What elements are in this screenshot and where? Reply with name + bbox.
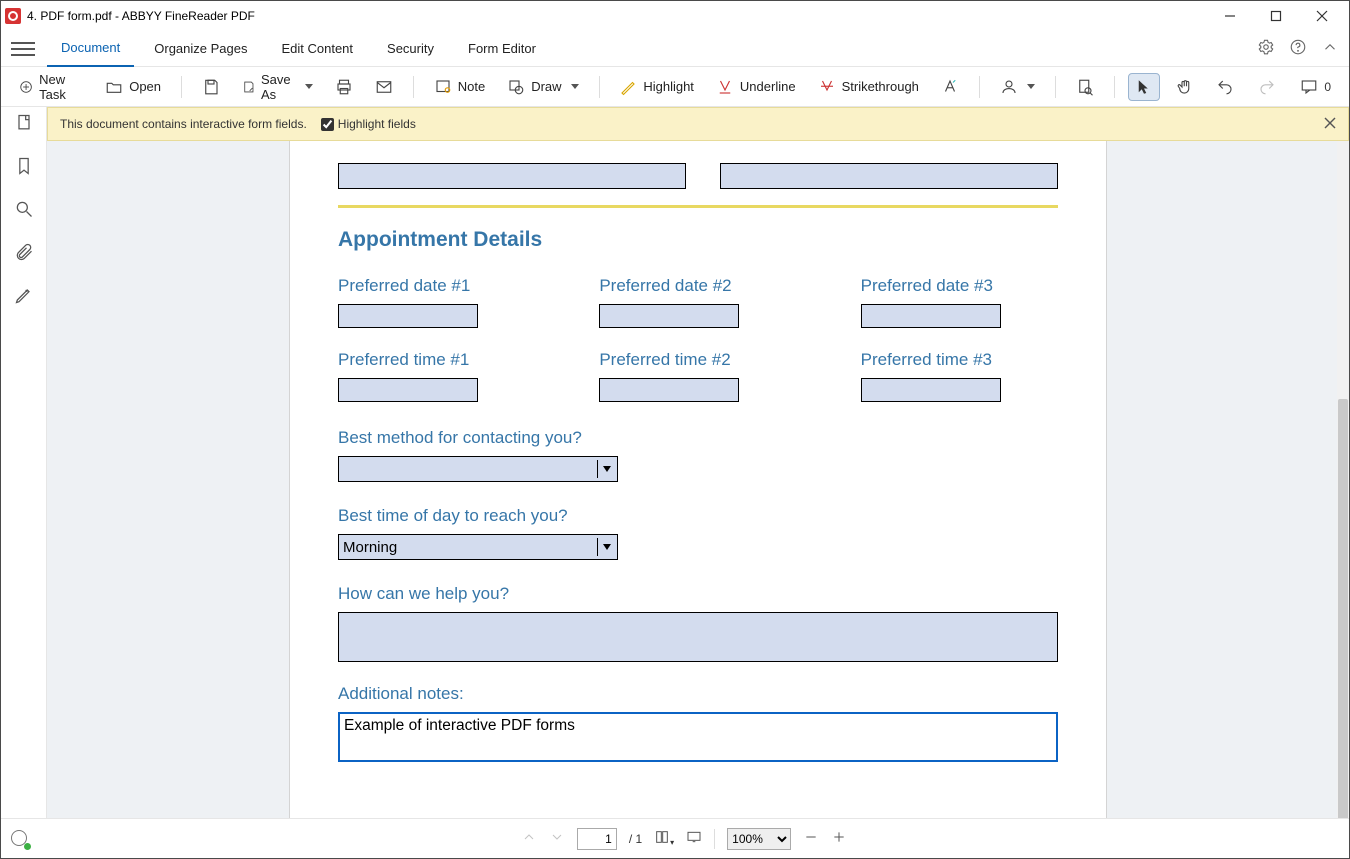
maximize-button[interactable]: [1253, 1, 1299, 31]
save-as-button[interactable]: Save As: [236, 68, 319, 106]
pref-time-3-label: Preferred time #3: [861, 350, 1058, 370]
hand-tool-button[interactable]: [1170, 74, 1200, 100]
attachments-panel-icon[interactable]: [14, 242, 34, 267]
close-notification-icon[interactable]: [1324, 117, 1336, 132]
page-total: / 1: [629, 832, 642, 846]
section-divider: [338, 205, 1058, 208]
strikethrough-button[interactable]: Strikethrough: [812, 74, 925, 100]
signatures-panel-icon[interactable]: [14, 285, 34, 310]
pref-time-2-input[interactable]: [599, 378, 739, 402]
chevron-down-icon: [597, 538, 615, 556]
pref-date-2-label: Preferred date #2: [599, 276, 796, 296]
pref-time-3-input[interactable]: [861, 378, 1001, 402]
new-task-button[interactable]: New Task: [13, 68, 89, 106]
content-column: This document contains interactive form …: [47, 107, 1349, 818]
notification-text: This document contains interactive form …: [60, 117, 307, 131]
highlight-button[interactable]: Highlight: [613, 74, 700, 100]
scrollbar-thumb[interactable]: [1338, 399, 1348, 818]
pref-time-2-label: Preferred time #2: [599, 350, 796, 370]
zoom-out-button[interactable]: [803, 829, 819, 848]
next-page-button[interactable]: [549, 829, 565, 848]
best-time-label: Best time of day to reach you?: [338, 506, 1058, 526]
underline-button[interactable]: Underline: [710, 74, 802, 100]
body: This document contains interactive form …: [1, 107, 1349, 818]
pref-date-3-label: Preferred date #3: [861, 276, 1058, 296]
best-time-select[interactable]: Morning: [338, 534, 618, 560]
tab-security[interactable]: Security: [373, 31, 448, 67]
menu-icon[interactable]: [11, 37, 35, 61]
tab-form-editor[interactable]: Form Editor: [454, 31, 550, 67]
best-method-select[interactable]: [338, 456, 618, 482]
prev-page-button[interactable]: [521, 829, 537, 848]
highlight-fields-checkbox[interactable]: Highlight fields: [321, 117, 416, 131]
settings-icon[interactable]: [1257, 38, 1275, 59]
open-button[interactable]: Open: [99, 74, 167, 100]
help-textarea[interactable]: [338, 612, 1058, 662]
pref-time-1-input[interactable]: [338, 378, 478, 402]
note-button[interactable]: Note: [428, 74, 491, 100]
zoom-select[interactable]: 100%: [727, 828, 791, 850]
statusbar: / 1 ▾ 100%: [1, 818, 1349, 858]
close-button[interactable]: [1299, 1, 1345, 31]
tab-edit-content[interactable]: Edit Content: [267, 31, 367, 67]
vertical-scrollbar[interactable]: [1337, 141, 1349, 818]
section-appointment-title: Appointment Details: [338, 228, 1058, 252]
pages-panel-icon[interactable]: [14, 113, 34, 138]
fit-page-button[interactable]: [686, 829, 702, 848]
form-fields-notification: This document contains interactive form …: [47, 107, 1349, 141]
titlebar: 4. PDF form.pdf - ABBYY FineReader PDF: [1, 1, 1349, 31]
app-icon: [5, 8, 21, 24]
notes-textarea[interactable]: Example of interactive PDF forms: [338, 712, 1058, 762]
page-number-input[interactable]: [577, 828, 617, 850]
search-doc-button[interactable]: [1070, 74, 1100, 100]
search-panel-icon[interactable]: [14, 199, 34, 224]
toolbar: New Task Open Save As Note Draw Highligh…: [1, 67, 1349, 107]
menubar: Document Organize Pages Edit Content Sec…: [1, 31, 1349, 67]
minimize-button[interactable]: [1207, 1, 1253, 31]
fit-width-button[interactable]: ▾: [654, 829, 674, 848]
chevron-down-icon: [571, 84, 579, 89]
select-tool-button[interactable]: [1128, 73, 1160, 101]
pref-date-1-label: Preferred date #1: [338, 276, 535, 296]
phone-input[interactable]: [338, 163, 686, 189]
app-window: 4. PDF form.pdf - ABBYY FineReader PDF D…: [0, 0, 1350, 859]
tab-document[interactable]: Document: [47, 31, 134, 67]
save-button[interactable]: [196, 74, 226, 100]
chevron-down-icon: [305, 84, 313, 89]
window-title: 4. PDF form.pdf - ABBYY FineReader PDF: [27, 9, 255, 23]
left-rail: [1, 107, 47, 818]
print-button[interactable]: [329, 74, 359, 100]
best-method-label: Best method for contacting you?: [338, 428, 1058, 448]
draw-button[interactable]: Draw: [501, 74, 584, 100]
tab-organize-pages[interactable]: Organize Pages: [140, 31, 261, 67]
help-label: How can we help you?: [338, 584, 1058, 604]
text-style-button[interactable]: [935, 74, 965, 100]
email-input[interactable]: [720, 163, 1058, 189]
comments-button[interactable]: 0: [1294, 74, 1337, 100]
redo-button[interactable]: [1252, 74, 1282, 100]
email-button[interactable]: [369, 74, 399, 100]
zoom-in-button[interactable]: [831, 829, 847, 848]
help-icon[interactable]: [1289, 38, 1307, 59]
pdf-page: Phone number Email address Appointment D…: [290, 141, 1106, 818]
pref-date-3-input[interactable]: [861, 304, 1001, 328]
signature-button[interactable]: [994, 74, 1041, 100]
bookmarks-panel-icon[interactable]: [14, 156, 34, 181]
status-icon[interactable]: [11, 830, 29, 848]
chevron-down-icon: [597, 460, 615, 478]
chevron-down-icon: [1027, 84, 1035, 89]
pref-date-2-input[interactable]: [599, 304, 739, 328]
pref-date-1-input[interactable]: [338, 304, 478, 328]
pref-time-1-label: Preferred time #1: [338, 350, 535, 370]
notes-label: Additional notes:: [338, 684, 1058, 704]
collapse-ribbon-icon[interactable]: [1321, 38, 1339, 59]
document-viewer[interactable]: Phone number Email address Appointment D…: [47, 141, 1349, 818]
undo-button[interactable]: [1210, 74, 1240, 100]
